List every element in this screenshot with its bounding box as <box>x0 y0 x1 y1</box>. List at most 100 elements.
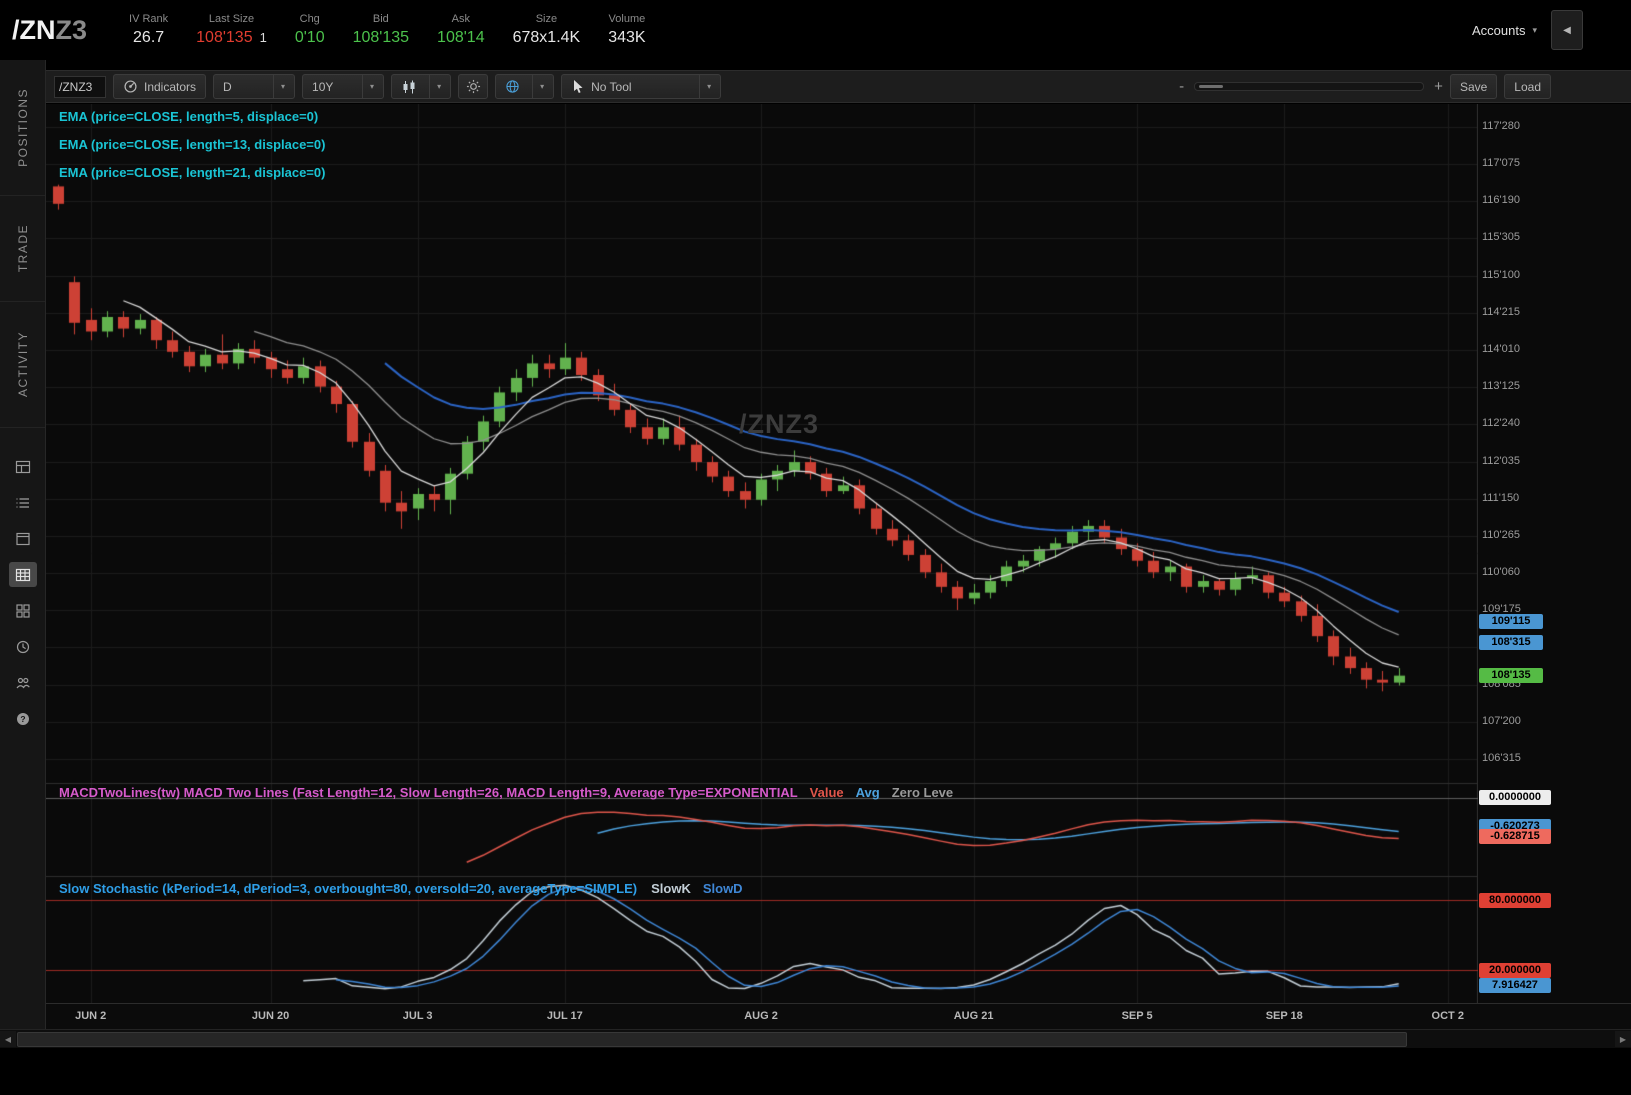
chart-style-dropdown[interactable]: ▾ <box>391 74 452 99</box>
price-marker-box: 108'135 <box>1479 668 1543 684</box>
macd-avg-label: Avg <box>855 785 880 800</box>
macd-avg-box: -0.620273 <box>1479 819 1551 835</box>
metric-bid: Bid 108'135 <box>352 13 410 46</box>
scroll-right-button[interactable]: ▶ <box>1615 1031 1631 1047</box>
price-tick-label: 108'085 <box>1482 677 1521 690</box>
chevron-down-icon: ▾ <box>699 75 711 98</box>
price-tick-label: 116'190 <box>1482 194 1520 207</box>
ema13-legend: EMA (price=CLOSE, length=13, displace=0) <box>59 137 326 152</box>
sidebar-button-report[interactable] <box>9 454 37 479</box>
macd-zero-label: Zero Leve <box>891 785 954 800</box>
zoom-out-button[interactable]: - <box>1179 78 1184 95</box>
list-icon <box>16 497 29 508</box>
stoch-overbought-box: 80.000000 <box>1479 892 1551 908</box>
app-header: /ZNZ3 IV Rank 26.7 Last Size 108'135 1 Ch… <box>0 0 1631 60</box>
stoch-oversold-box: 20.000000 <box>1479 962 1551 978</box>
price-tick-label: 108'290 <box>1482 640 1521 653</box>
time-tick-label: SEP 18 <box>1265 1010 1303 1022</box>
sidebar-button-history[interactable] <box>9 634 37 659</box>
last-size-qty: 1 <box>259 30 267 45</box>
accounts-label: Accounts <box>1471 22 1526 38</box>
scroll-thumb[interactable] <box>17 1032 1407 1047</box>
accounts-menu[interactable]: Accounts ▾ <box>1472 23 1537 38</box>
price-tick-label: 115'305 <box>1482 231 1520 244</box>
load-button[interactable]: Load <box>1504 74 1551 99</box>
panel-icon <box>15 532 30 545</box>
price-chart-canvas[interactable] <box>46 104 1478 1003</box>
metric-ask: Ask 108'14 <box>437 13 485 46</box>
price-tick-label: 112'035 <box>1482 454 1520 467</box>
scroll-left-button[interactable]: ◀ <box>0 1031 16 1047</box>
scroll-right-icon: ▶ <box>1619 1034 1627 1044</box>
price-tick-label: 110'265 <box>1482 528 1520 541</box>
globe-icon <box>506 80 519 93</box>
price-tick-label: 117'280 <box>1482 119 1520 132</box>
symbol-input[interactable] <box>54 75 106 98</box>
price-tick-label: 106'315 <box>1482 751 1521 764</box>
scroll-left-icon: ◀ <box>4 1034 12 1044</box>
chevron-down-icon: ▾ <box>429 75 441 98</box>
settings-button[interactable] <box>458 74 489 99</box>
metric-size: Size 678x1.4K <box>512 13 581 46</box>
time-tick-label: JUN 20 <box>251 1010 290 1022</box>
indicators-button[interactable]: Indicators <box>113 74 207 99</box>
stoch-current-box: 7.916427 <box>1479 978 1551 994</box>
h-scrollbar: ◀ ▶ <box>0 1029 1631 1048</box>
ema21-legend: EMA (price=CLOSE, length=21, displace=0) <box>59 165 326 180</box>
collapse-panel-button[interactable]: ◀ <box>1551 10 1583 50</box>
sidebar-tab-trade[interactable]: TRADE <box>0 196 45 302</box>
price-tick-label: 114'010 <box>1482 342 1520 355</box>
time-tick-label: JUL 3 <box>402 1010 433 1022</box>
globe-dropdown[interactable]: ▾ <box>495 74 555 99</box>
slowd-label: SlowD <box>702 881 743 896</box>
zoom-slider-thumb[interactable] <box>1199 85 1224 88</box>
sidebar-icon-rail: ? <box>0 454 45 731</box>
price-tick-label: 113'125 <box>1482 380 1520 393</box>
sidebar-button-panel[interactable] <box>9 526 37 551</box>
users-icon <box>16 677 30 688</box>
time-tick-label: SEP 5 <box>1121 1010 1153 1022</box>
sidebar-button-grid[interactable] <box>9 598 37 623</box>
zoom-in-button[interactable]: + <box>1434 78 1443 95</box>
help-icon: ? <box>16 712 29 725</box>
svg-text:?: ? <box>20 714 25 724</box>
price-tick-label: 112'240 <box>1482 417 1520 430</box>
price-tick-label: 111'150 <box>1482 491 1520 504</box>
trading-app: /ZNZ3 IV Rank 26.7 Last Size 108'135 1 Ch… <box>0 0 1631 1095</box>
sidebar-tab-positions[interactable]: POSITIONS <box>0 60 45 196</box>
save-button[interactable]: Save <box>1449 74 1498 99</box>
indicators-gauge-icon <box>124 80 137 93</box>
grid-icon <box>15 603 30 618</box>
sidebar-tab-activity[interactable]: ACTIVITY <box>0 302 45 428</box>
zoom-control: - + <box>1179 78 1443 95</box>
macd-value-box: -0.628715 <box>1479 829 1551 845</box>
price-tick-label: 110'060 <box>1482 566 1520 579</box>
price-tick-label: 109'175 <box>1482 603 1521 616</box>
time-axis[interactable]: JUN 2 JUN 20 JUL 3 JUL 17 AUG 2 AUG 21 SEP 5 SE… <box>46 1003 1631 1029</box>
sidebar-button-users[interactable] <box>9 670 37 695</box>
price-tick-label: 107'200 <box>1482 714 1521 727</box>
price-tick-label: 114'215 <box>1482 305 1520 318</box>
sidebar-button-help[interactable]: ? <box>9 706 37 731</box>
metric-last-size: Last Size 108'135 1 <box>196 13 267 46</box>
macd-zero-box: 0.0000000 <box>1479 790 1551 806</box>
time-tick-label: AUG 2 <box>744 1010 778 1022</box>
sidebar-button-list[interactable] <box>9 490 37 515</box>
sidebar-button-chart[interactable] <box>8 562 37 587</box>
stochastic-legend: Slow Stochastic (kPeriod=14, dPeriod=3, … <box>59 881 743 896</box>
symbol-suffix: Z3 <box>55 14 88 45</box>
chart-icon <box>15 568 30 581</box>
ema5-legend: EMA (price=CLOSE, length=5, displace=0) <box>59 109 319 124</box>
collapse-arrow-icon: ◀ <box>1563 24 1571 36</box>
report-icon <box>15 460 30 473</box>
chevron-down-icon: ▾ <box>532 75 544 98</box>
drawing-tool-dropdown[interactable]: No Tool ▾ <box>561 74 722 99</box>
price-marker-box: 109'115 <box>1479 613 1543 629</box>
timeframe-dropdown[interactable]: D ▾ <box>213 74 296 99</box>
chart-watermark: /ZNZ3 <box>739 409 820 439</box>
candlestick-style-icon <box>403 80 415 93</box>
zoom-slider[interactable] <box>1194 82 1425 91</box>
range-dropdown[interactable]: 10Y ▾ <box>302 74 385 99</box>
chevron-down-icon: ▾ <box>362 75 374 98</box>
macd-legend: MACDTwoLines(tw) MACD Two Lines (Fast Le… <box>59 785 954 800</box>
